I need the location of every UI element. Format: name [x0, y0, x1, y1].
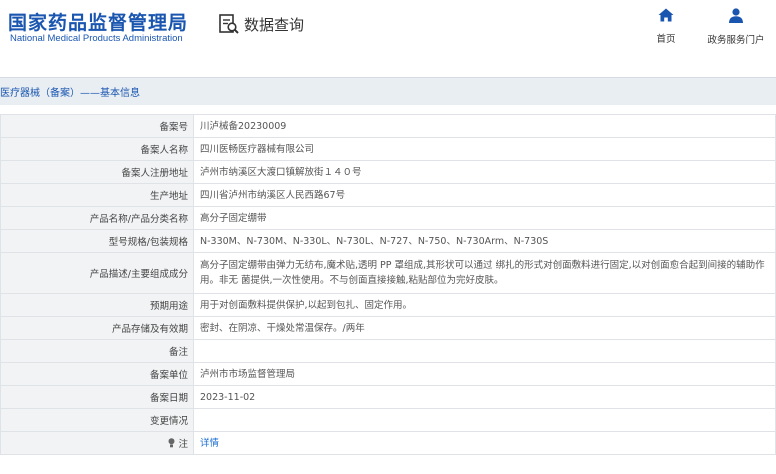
document-search-icon: [218, 13, 240, 35]
field-label: 备案人名称: [0, 137, 194, 161]
field-label: 产品描述/主要组成成分: [0, 252, 194, 294]
table-row: 备案人名称 四川医畅医疗器械有限公司: [0, 137, 776, 161]
table-row: 备注: [0, 339, 776, 363]
data-query-heading: 数据查询: [218, 12, 304, 36]
field-label: 注: [178, 439, 188, 450]
site-logo-subtitle: National Medical Products Administration: [10, 33, 183, 44]
details-link[interactable]: 详情: [200, 438, 219, 449]
field-value: 四川医畅医疗器械有限公司: [193, 137, 776, 161]
field-label: 变更情况: [0, 408, 194, 432]
table-row: 备案人注册地址 泸州市纳溪区大渡口镇解放街１４０号: [0, 160, 776, 184]
field-value: 四川省泸州市纳溪区人民西路67号: [193, 183, 776, 207]
field-label: 产品存储及有效期: [0, 316, 194, 340]
site-header: 国家药品监督管理局 National Medical Products Admi…: [0, 0, 776, 62]
field-label: 备案单位: [0, 362, 194, 386]
table-row: 预期用途 用于对创面敷料提供保护,以起到包扎、固定作用。: [0, 293, 776, 317]
user-icon: [702, 8, 770, 23]
data-query-title: 数据查询: [244, 15, 305, 34]
table-row: 变更情况: [0, 408, 776, 432]
nav-service-portal-label: 政务服务门户: [707, 35, 765, 46]
table-row: 产品存储及有效期 密封、在阴凉、干燥处常温保存。/两年: [0, 316, 776, 340]
breadcrumb-text: 医疗器械（备案）——基本信息: [0, 88, 140, 99]
table-row: 产品描述/主要组成成分 高分子固定绷带由弹力无纺布,魔术贴,透明 PP 罩组成,…: [0, 252, 776, 294]
breadcrumb: 医疗器械（备案）——基本信息: [0, 77, 776, 105]
field-label: 备案人注册地址: [0, 160, 194, 184]
field-label: 生产地址: [0, 183, 194, 207]
field-label: 型号规格/包装规格: [0, 229, 194, 253]
table-row: 备案日期 2023-11-02: [0, 385, 776, 409]
nav-home-label: 首页: [656, 34, 676, 45]
note-value-cell: 详情: [193, 431, 776, 455]
site-logo-title[interactable]: 国家药品监督管理局: [8, 8, 188, 35]
field-label: 备注: [0, 339, 194, 363]
record-detail-table: 备案号 川泸械备20230009 备案人名称 四川医畅医疗器械有限公司 备案人注…: [0, 114, 776, 455]
field-value: 2023-11-02: [193, 385, 776, 409]
table-row: 产品名称/产品分类名称 高分子固定绷带: [0, 206, 776, 230]
nav-home[interactable]: 首页: [646, 8, 686, 45]
field-value: 川泸械备20230009: [193, 114, 776, 138]
note-label-cell: 注: [0, 431, 194, 455]
field-value: 用于对创面敷料提供保护,以起到包扎、固定作用。: [193, 293, 776, 317]
table-row: 注 详情: [0, 431, 776, 455]
field-value: 泸州市纳溪区大渡口镇解放街１４０号: [193, 160, 776, 184]
home-icon: [646, 8, 686, 22]
bulb-icon: [168, 438, 178, 450]
field-value: N-330M、N-730M、N-330L、N-730L、N-727、N-750、…: [193, 229, 776, 253]
nav-service-portal[interactable]: 政务服务门户: [702, 8, 770, 46]
table-row: 生产地址 四川省泸州市纳溪区人民西路67号: [0, 183, 776, 207]
field-value: 高分子固定绷带: [193, 206, 776, 230]
table-row: 型号规格/包装规格 N-330M、N-730M、N-330L、N-730L、N-…: [0, 229, 776, 253]
field-value: [193, 339, 776, 363]
field-value: 密封、在阴凉、干燥处常温保存。/两年: [193, 316, 776, 340]
field-label: 备案号: [0, 114, 194, 138]
field-value: [193, 408, 776, 432]
field-label: 备案日期: [0, 385, 194, 409]
table-row: 备案单位 泸州市市场监督管理局: [0, 362, 776, 386]
table-row: 备案号 川泸械备20230009: [0, 114, 776, 138]
field-value: 泸州市市场监督管理局: [193, 362, 776, 386]
field-value: 高分子固定绷带由弹力无纺布,魔术贴,透明 PP 罩组成,其形状可以通过 绑扎的形…: [193, 252, 776, 294]
field-label: 产品名称/产品分类名称: [0, 206, 194, 230]
field-label: 预期用途: [0, 293, 194, 317]
